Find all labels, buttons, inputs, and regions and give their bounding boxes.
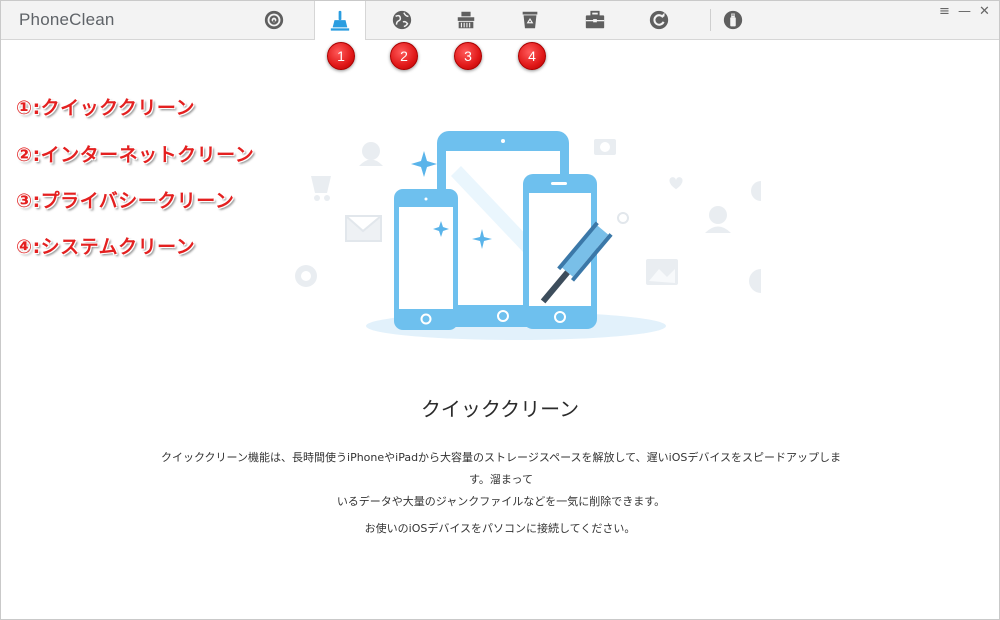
tab-internet-clean[interactable] [377, 1, 427, 39]
eraser-icon [457, 11, 475, 29]
description-line-1: クイッククリーン機能は、長時間使うiPhoneやiPadから大容量のストレージス… [161, 451, 842, 486]
tab-privacy-clean[interactable] [441, 1, 491, 39]
recycle-bin-icon [522, 11, 538, 29]
tab-airdrop[interactable] [249, 1, 299, 39]
usb-icon [723, 10, 743, 30]
menu-button[interactable]: ≡ [939, 4, 950, 19]
legend-item-1: ①:クイッククリーン [16, 97, 195, 119]
badge-1: 1 [327, 42, 355, 70]
connect-device-hint: お使いのiOSデバイスをパソコンに接続してください。 [364, 522, 636, 535]
title-bar: PhoneClean ≡ — ✕ [1, 1, 999, 40]
tab-toolbox[interactable] [570, 1, 620, 39]
legend-item-2: ②:インターネットクリーン [16, 144, 255, 166]
tab-usb[interactable] [708, 1, 758, 39]
feature-description: クイッククリーン機能は、長時間使うiPhoneやiPadから大容量のストレージス… [161, 447, 841, 513]
close-button[interactable]: ✕ [979, 4, 990, 19]
app-title: PhoneClean [19, 10, 115, 29]
page-title: クイッククリーン [420, 397, 580, 421]
legend-item-3: ③:プライバシークリーン [16, 190, 235, 212]
badge-3: 3 [454, 42, 482, 70]
description-line-2: いるデータや大量のジャンクファイルなどを一気に削除できます。 [336, 495, 666, 508]
tab-system-clean[interactable] [505, 1, 555, 39]
tab-quick-clean[interactable] [314, 1, 366, 40]
restore-icon [649, 10, 669, 30]
minimize-button[interactable]: — [958, 4, 971, 19]
broom-icon [330, 10, 350, 31]
legend-item-4: ④:システムクリーン [16, 236, 196, 258]
devices-illustration [295, 131, 761, 340]
tab-restore[interactable] [634, 1, 684, 39]
airdrop-icon [264, 10, 284, 30]
app-window: PhoneClean ≡ — ✕ 1 2 3 4 ①:クイッククリーン ②:イン… [0, 0, 1000, 620]
badge-2: 2 [390, 42, 418, 70]
globe-icon [392, 10, 412, 30]
badge-4: 4 [518, 42, 546, 70]
toolbox-icon [585, 10, 605, 29]
